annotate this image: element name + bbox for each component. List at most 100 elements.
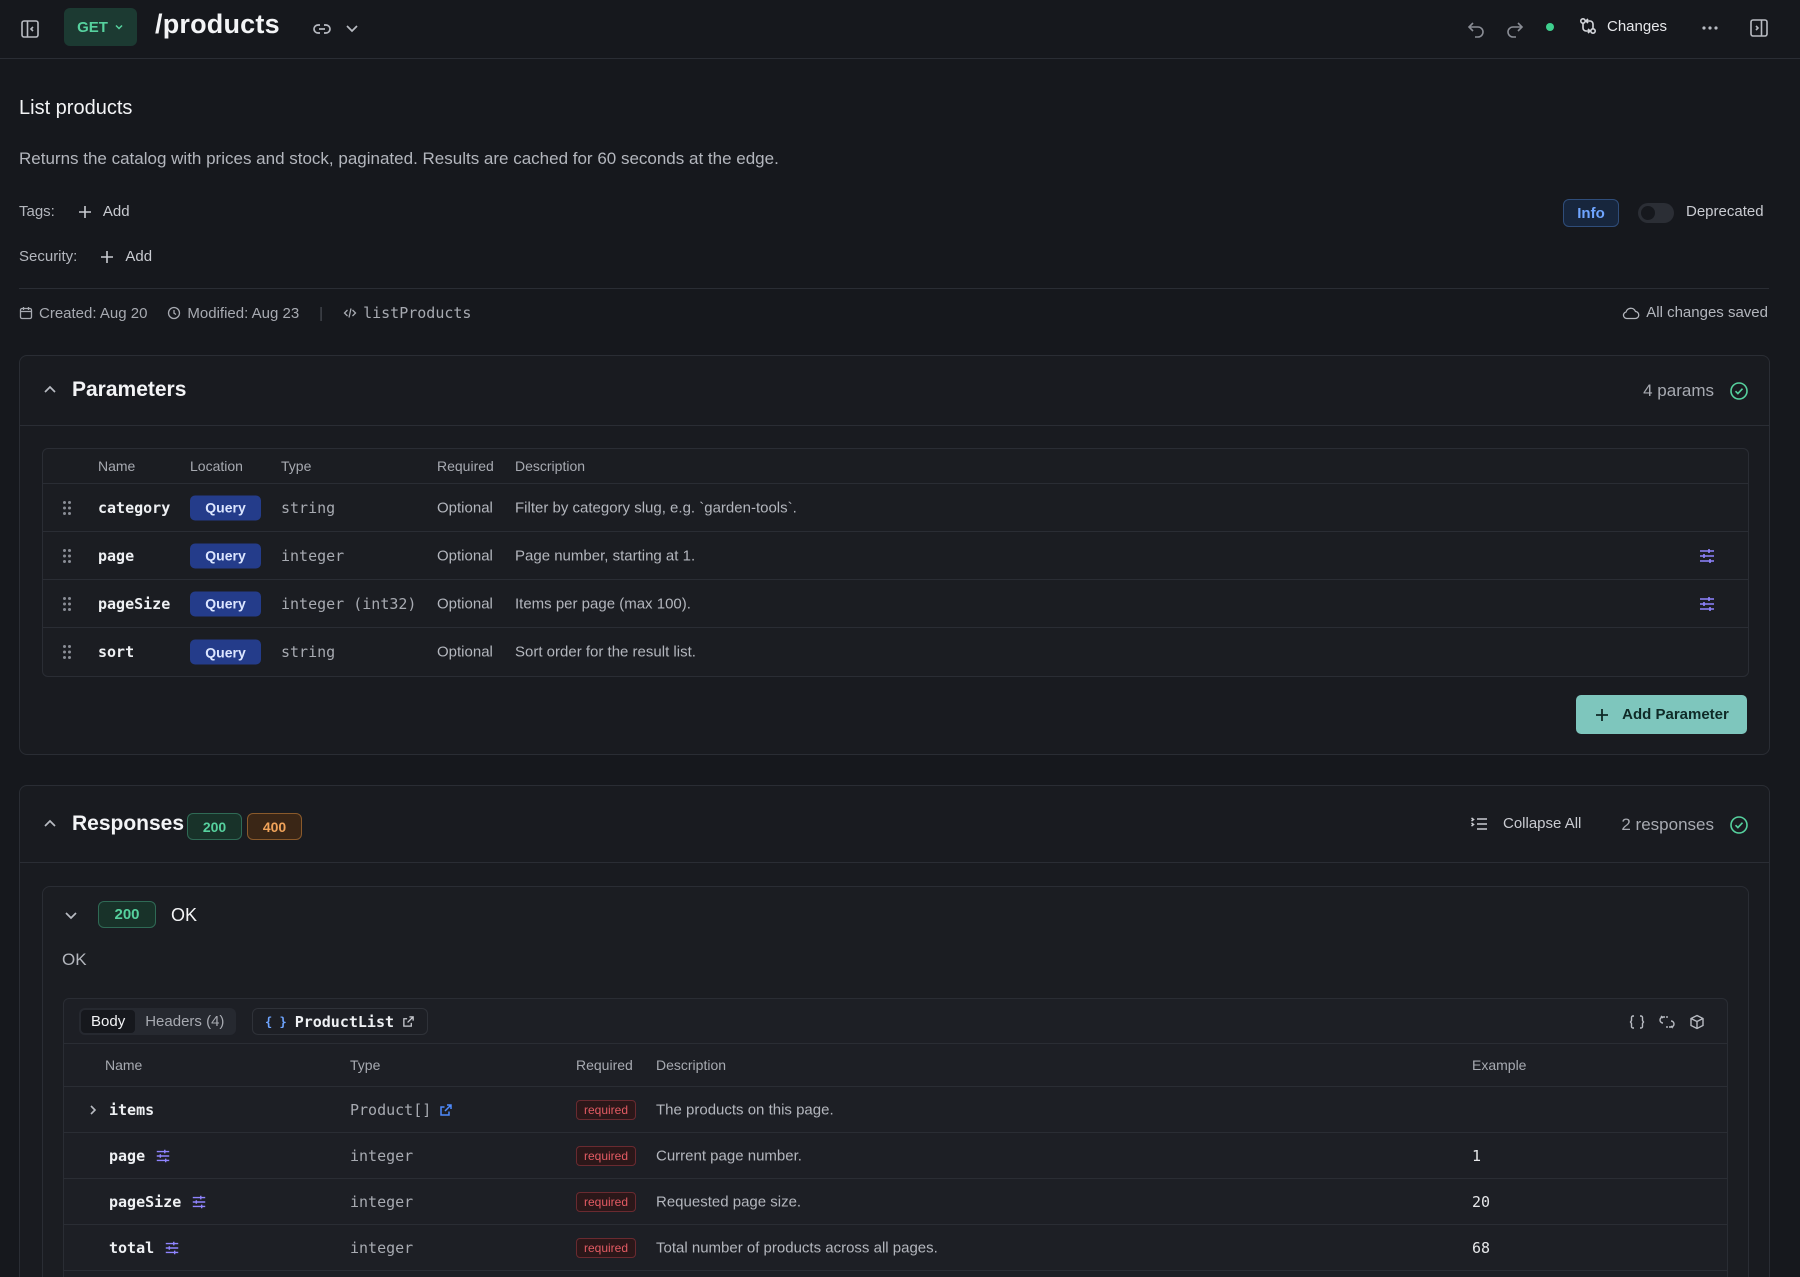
constraints-sliders-icon[interactable] (1698, 595, 1716, 613)
constraints-sliders-icon[interactable] (164, 1240, 180, 1256)
field-example[interactable]: 20 (1472, 1193, 1490, 1211)
schema-reference-chip[interactable]: { } ProductList (252, 1008, 429, 1035)
param-type[interactable]: string (281, 643, 335, 661)
add-tag-button[interactable]: Add (77, 203, 130, 220)
table-row[interactable]: items Product[] required The products on… (64, 1087, 1727, 1133)
location-badge[interactable]: Query (190, 639, 261, 665)
tab-body[interactable]: Body (81, 1010, 136, 1033)
param-description[interactable]: Items per page (max 100). (515, 595, 691, 612)
param-description[interactable]: Sort order for the result list. (515, 644, 696, 661)
drag-handle-icon[interactable] (62, 644, 72, 660)
parameters-header[interactable]: Parameters 4 params (20, 356, 1769, 426)
response-description[interactable]: OK (62, 950, 87, 970)
sidebar-toggle-icon[interactable] (19, 18, 41, 40)
table-row[interactable]: total integer required Total number of p… (64, 1225, 1727, 1271)
table-row[interactable]: category Query string Optional Filter by… (43, 484, 1748, 532)
location-badge[interactable]: Query (190, 495, 261, 520)
field-type[interactable]: integer (350, 1147, 413, 1165)
unlink-icon[interactable] (1659, 1014, 1675, 1030)
field-name-cell[interactable]: pageSize (109, 1193, 207, 1211)
drag-handle-icon[interactable] (62, 596, 72, 612)
operation-description[interactable]: Returns the catalog with prices and stoc… (19, 149, 779, 169)
column-header: Example (1472, 1057, 1527, 1073)
param-name[interactable]: page (98, 547, 134, 565)
param-type[interactable]: string (281, 499, 335, 517)
deprecated-toggle[interactable] (1638, 203, 1674, 223)
add-parameter-button[interactable]: Add Parameter (1576, 695, 1747, 734)
add-security-button[interactable]: Add (99, 248, 152, 265)
response-code-badge-400[interactable]: 400 (247, 813, 302, 840)
table-row[interactable]: page integer required Current page numbe… (64, 1133, 1727, 1179)
sync-status-dot (1546, 23, 1554, 31)
response-status-code[interactable]: 200 (98, 901, 156, 928)
table-row[interactable]: page Query integer Optional Page number,… (43, 532, 1748, 580)
collapse-all-button[interactable]: Collapse All (1470, 815, 1581, 832)
param-required[interactable]: Optional (437, 499, 493, 516)
changes-label: Changes (1607, 17, 1668, 35)
responses-title: Responses (72, 812, 185, 835)
security-label: Security: (19, 248, 78, 265)
chevron-up-icon[interactable] (42, 382, 58, 398)
location-badge[interactable]: Query (190, 543, 261, 568)
constraints-sliders-icon[interactable] (191, 1194, 207, 1210)
divider (19, 288, 1769, 289)
param-name[interactable]: category (98, 499, 170, 517)
operation-title[interactable]: List products (19, 97, 132, 120)
field-example[interactable]: 1 (1472, 1147, 1481, 1165)
table-row[interactable]: sort Query string Optional Sort order fo… (43, 628, 1748, 676)
method-selector[interactable]: GET (64, 8, 137, 46)
location-badge[interactable]: Query (190, 591, 261, 616)
field-name-cell[interactable]: page (109, 1147, 171, 1165)
external-link-icon[interactable] (439, 1103, 453, 1117)
param-description[interactable]: Filter by category slug, e.g. `garden-to… (515, 499, 797, 516)
undo-icon[interactable] (1466, 18, 1486, 38)
field-name-cell[interactable]: total (109, 1239, 180, 1257)
chevron-right-icon[interactable] (87, 1104, 99, 1116)
json-braces-icon[interactable] (1629, 1014, 1645, 1030)
constraints-sliders-icon[interactable] (1698, 547, 1716, 565)
drag-handle-icon[interactable] (62, 500, 72, 516)
param-name[interactable]: pageSize (98, 595, 170, 613)
chevron-down-icon[interactable] (344, 20, 360, 36)
operation-id[interactable]: listProducts (343, 304, 471, 322)
field-description[interactable]: The products on this page. (656, 1101, 834, 1118)
right-panel-toggle-icon[interactable] (1749, 18, 1769, 38)
link-icon[interactable] (311, 18, 333, 40)
field-type[interactable]: Product[] (350, 1101, 453, 1119)
cube-icon[interactable] (1689, 1014, 1705, 1030)
response-code-badge-200[interactable]: 200 (187, 813, 242, 840)
param-type[interactable]: integer (int32) (281, 595, 416, 613)
param-name[interactable]: sort (98, 643, 134, 661)
param-type[interactable]: integer (281, 547, 344, 565)
chevron-down-icon[interactable] (63, 907, 79, 923)
redo-icon[interactable] (1505, 18, 1525, 38)
field-name[interactable]: items (109, 1101, 154, 1119)
table-row[interactable]: pageSize Query integer (int32) Optional … (43, 580, 1748, 628)
changes-button[interactable]: Changes (1578, 16, 1667, 36)
tags-row: Tags: Add (19, 203, 130, 220)
param-description[interactable]: Page number, starting at 1. (515, 547, 695, 564)
field-type[interactable]: integer (350, 1193, 413, 1211)
metadata-row: Created: Aug 20 Modified: Aug 23 | listP… (19, 304, 471, 322)
endpoint-path[interactable]: /products (155, 9, 280, 40)
parameters-title: Parameters (72, 378, 187, 401)
info-badge[interactable]: Info (1563, 199, 1619, 227)
field-description[interactable]: Requested page size. (656, 1193, 801, 1210)
responses-header[interactable]: Responses 200 400 Collapse All 2 respons… (20, 786, 1769, 863)
field-description[interactable]: Current page number. (656, 1147, 802, 1164)
field-type[interactable]: integer (350, 1239, 413, 1257)
chevron-up-icon[interactable] (42, 816, 58, 832)
param-required[interactable]: Optional (437, 595, 493, 612)
response-status-text[interactable]: OK (171, 905, 197, 926)
table-row[interactable]: pageSize integer required Requested page… (64, 1179, 1727, 1225)
parameters-table: Name Location Type Required Description … (42, 448, 1749, 677)
response-schema-table: Name Type Required Description Example i… (64, 1043, 1727, 1271)
constraints-sliders-icon[interactable] (155, 1148, 171, 1164)
param-required[interactable]: Optional (437, 547, 493, 564)
drag-handle-icon[interactable] (62, 548, 72, 564)
field-example[interactable]: 68 (1472, 1239, 1490, 1257)
tab-headers[interactable]: Headers (4) (135, 1010, 234, 1033)
more-options-icon[interactable] (1700, 18, 1720, 38)
param-required[interactable]: Optional (437, 644, 493, 661)
field-description[interactable]: Total number of products across all page… (656, 1239, 938, 1256)
